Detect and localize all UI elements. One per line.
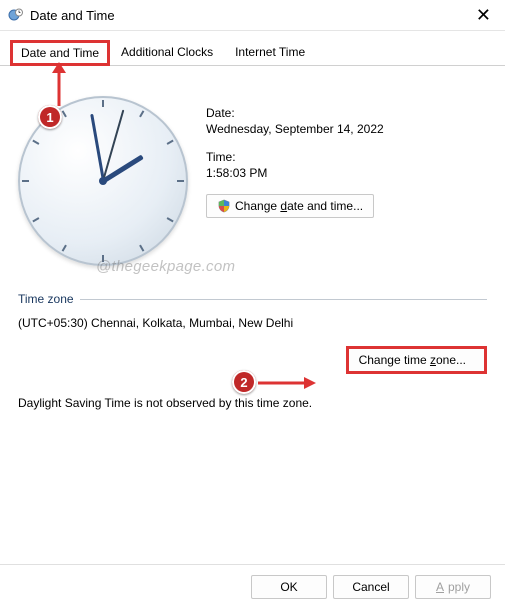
- analog-clock: [18, 96, 188, 266]
- ok-button[interactable]: OK: [251, 575, 327, 599]
- change-timezone-label: Change time zone...: [359, 353, 466, 367]
- dialog-footer: OK Cancel Apply: [0, 564, 505, 609]
- tab-content: Date: Wednesday, September 14, 2022 Time…: [0, 66, 505, 442]
- dst-note: Daylight Saving Time is not observed by …: [18, 396, 487, 410]
- shield-icon: [217, 199, 231, 213]
- tab-bar: Date and Time Additional Clocks Internet…: [0, 31, 505, 66]
- time-label: Time:: [206, 150, 487, 164]
- divider: [80, 299, 487, 300]
- tab-additional-clocks[interactable]: Additional Clocks: [110, 40, 224, 66]
- cancel-button[interactable]: Cancel: [333, 575, 409, 599]
- change-timezone-button[interactable]: Change time zone...: [346, 346, 487, 374]
- window-title: Date and Time: [30, 8, 472, 23]
- date-value: Wednesday, September 14, 2022: [206, 122, 487, 136]
- tab-internet-time[interactable]: Internet Time: [224, 40, 316, 66]
- close-icon[interactable]: ✕: [472, 6, 495, 24]
- change-date-time-button[interactable]: Change date and time...: [206, 194, 374, 218]
- timezone-section-label: Time zone: [18, 292, 74, 306]
- time-value: 1:58:03 PM: [206, 166, 487, 180]
- date-label: Date:: [206, 106, 487, 120]
- timezone-section-header: Time zone: [18, 292, 487, 306]
- titlebar: Date and Time ✕: [0, 0, 505, 31]
- timezone-value: (UTC+05:30) Chennai, Kolkata, Mumbai, Ne…: [18, 316, 487, 330]
- change-date-time-label: Change date and time...: [235, 199, 363, 213]
- clock-globe-icon: [8, 7, 24, 23]
- apply-button[interactable]: Apply: [415, 575, 491, 599]
- tab-date-and-time[interactable]: Date and Time: [10, 40, 110, 66]
